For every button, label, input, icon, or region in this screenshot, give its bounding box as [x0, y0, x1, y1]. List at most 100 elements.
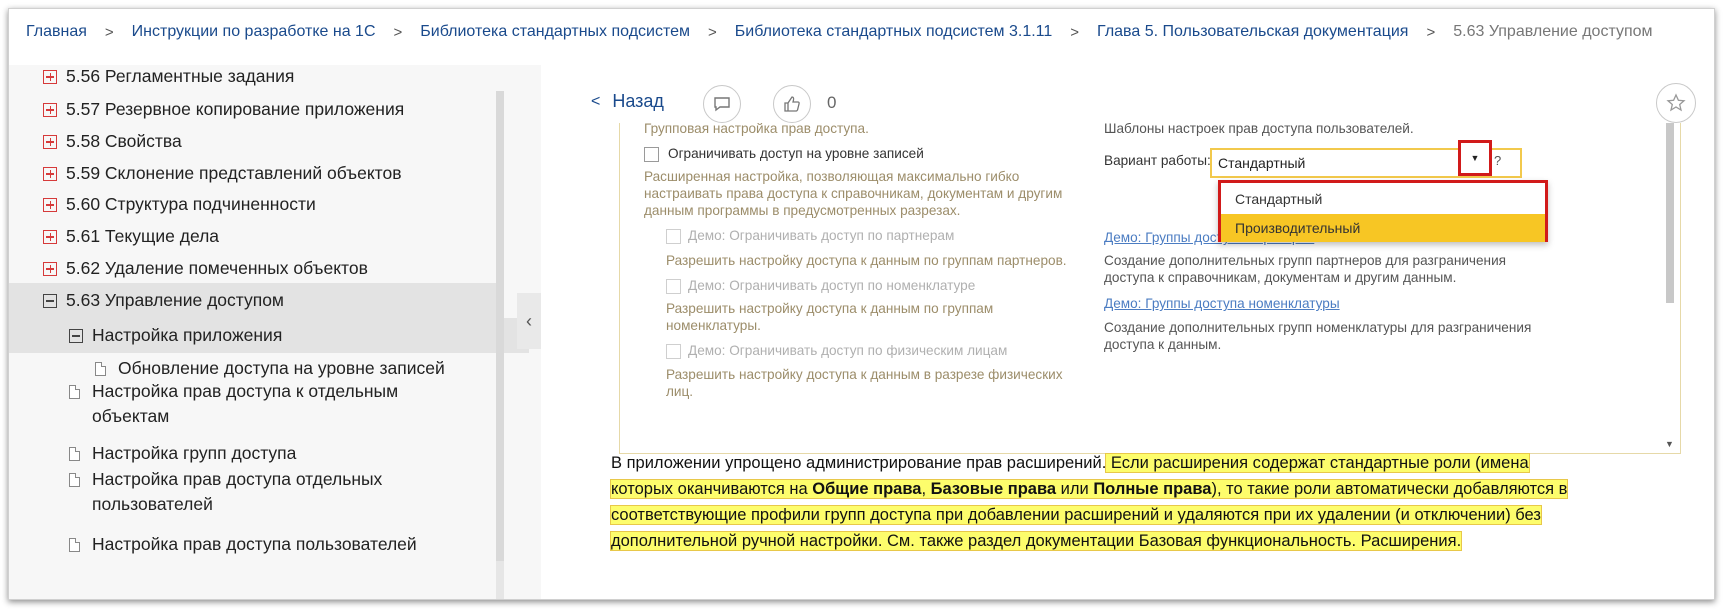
- toc-item-5-56[interactable]: 5.56 Регламентные задания: [9, 65, 503, 94]
- caret-down-icon: ▼: [1470, 153, 1480, 163]
- screenshot-scrollbar-thumb: [1666, 123, 1674, 303]
- expand-plus-icon[interactable]: [43, 197, 57, 212]
- breadcrumb-home[interactable]: Главная: [26, 23, 87, 41]
- collapse-sidebar-button[interactable]: ‹: [517, 293, 541, 349]
- demo-persons-label: Демо: Ограничивать доступ по физическим …: [688, 343, 1008, 358]
- expand-plus-icon[interactable]: [43, 166, 57, 181]
- breadcrumb-current: 5.63 Управление доступом: [1453, 23, 1653, 40]
- sidebar-scrollbar-thumb[interactable]: [496, 91, 504, 561]
- expand-plus-icon[interactable]: [43, 229, 57, 244]
- breadcrumb-separator: >: [104, 23, 114, 41]
- breadcrumb: Главная > Инструкции по разработке на 1С…: [9, 9, 1714, 55]
- breadcrumb-instructions[interactable]: Инструкции по разработке на 1С: [132, 23, 376, 41]
- sidebar: 5.56 Регламентные задания 5.57 Резервное…: [9, 65, 541, 599]
- embedded-screenshot: Групповая настройка прав доступа. Ограни…: [619, 123, 1681, 454]
- favorite-button[interactable]: [1656, 83, 1696, 123]
- toc-item-label: Настройка прав доступа отдельных пользов…: [92, 469, 383, 514]
- demo-nomenclature-label: Демо: Ограничивать доступ по номенклатур…: [688, 278, 976, 293]
- collapse-minus-icon[interactable]: [69, 328, 83, 343]
- nomenclature-groups-desc-1: Создание дополнительных групп номенклату…: [1104, 320, 1532, 335]
- toc-item-user-rights[interactable]: Настройка прав доступа пользователей: [9, 527, 529, 562]
- breadcrumb-separator: >: [393, 23, 403, 41]
- restrict-records-checkbox[interactable]: [644, 147, 659, 162]
- article-text-plain: В приложении упрощено администрирование …: [611, 453, 1107, 472]
- work-mode-dropdown-button[interactable]: ▼: [1458, 140, 1492, 176]
- demo-partners-checkbox[interactable]: [666, 229, 681, 244]
- dropdown-option-standard[interactable]: Стандартный: [1221, 185, 1545, 213]
- breadcrumb-separator: >: [1070, 23, 1080, 41]
- sidebar-scrollbar[interactable]: [496, 91, 504, 599]
- expand-plus-icon[interactable]: [43, 134, 57, 149]
- document-icon: [69, 385, 80, 399]
- toc-item-5-60[interactable]: 5.60 Структура подчиненности: [9, 187, 503, 222]
- back-button[interactable]: < Назад: [591, 91, 664, 112]
- dropdown-option-performance[interactable]: Производительный: [1221, 214, 1545, 242]
- group-rights-heading: Групповая настройка прав доступа.: [644, 123, 869, 136]
- toc-item-label: 5.58 Свойства: [66, 131, 182, 151]
- toc-item-label: 5.62 Удаление помеченных объектов: [66, 258, 368, 278]
- expand-plus-icon[interactable]: [43, 69, 57, 84]
- restrict-records-desc-3: данным программы в предусмотренных разре…: [644, 203, 961, 218]
- toc-item-individual-user-rights[interactable]: Настройка прав доступа отдельных пользов…: [9, 467, 469, 517]
- demo-persons-desc-2: лиц.: [666, 384, 694, 399]
- toc-item-5-63[interactable]: 5.63 Управление доступом: [9, 283, 503, 318]
- demo-persons-desc-1: Разрешить настройку доступа к данным в р…: [666, 367, 1063, 382]
- comment-button[interactable]: [703, 85, 741, 123]
- toc-item-label: 5.59 Склонение представлений объектов: [66, 163, 402, 183]
- like-count: 0: [827, 93, 837, 112]
- article-paragraph: В приложении упрощено администрирование …: [609, 450, 1591, 554]
- demo-nomenclature-checkbox[interactable]: [666, 279, 681, 294]
- toc-item-label: Настройка приложения: [92, 325, 283, 345]
- breadcrumb-library[interactable]: Библиотека стандартных подсистем: [420, 23, 690, 41]
- article-bold-text: Полные права: [1093, 479, 1212, 498]
- demo-nomenclature-desc-2: номенклатуры.: [666, 318, 761, 333]
- screenshot-scrollbar: ▼: [1665, 123, 1674, 449]
- help-mark[interactable]: ?: [1494, 153, 1501, 168]
- demo-persons-checkbox[interactable]: [666, 344, 681, 359]
- chevron-left-icon: ‹: [526, 310, 532, 331]
- article-bold-text: Общие права: [812, 479, 922, 498]
- toc-item-5-57[interactable]: 5.57 Резервное копирование приложения: [9, 92, 503, 127]
- breadcrumb-separator: >: [708, 23, 717, 41]
- toc-item-label: 5.56 Регламентные задания: [66, 66, 295, 86]
- link-nomenclature-groups[interactable]: Демо: Группы доступа номенклатуры: [1104, 296, 1340, 311]
- scroll-down-arrow-icon: ▼: [1665, 439, 1674, 449]
- breadcrumb-separator: >: [1426, 23, 1436, 41]
- thumbs-up-icon: [784, 96, 800, 112]
- toc-item-5-58[interactable]: 5.58 Свойства: [9, 124, 503, 159]
- toc-item-object-rights[interactable]: Настройка прав доступа к отдельным объек…: [9, 379, 469, 429]
- toc-item-5-59[interactable]: 5.59 Склонение представлений объектов: [9, 156, 503, 191]
- expand-plus-icon[interactable]: [43, 261, 57, 276]
- collapse-minus-icon[interactable]: [43, 293, 57, 308]
- toc-item-access-groups[interactable]: Настройка групп доступа: [9, 436, 529, 471]
- breadcrumb-chapter[interactable]: Глава 5. Пользовательская документация: [1097, 23, 1408, 41]
- restrict-records-desc-2: настраивать права доступа к справочникам…: [644, 186, 1063, 201]
- toc-item-label: 5.60 Структура подчиненности: [66, 194, 316, 214]
- toc-item-5-61[interactable]: 5.61 Текущие дела: [9, 219, 503, 254]
- main-content: < Назад 0 Групповая настройка прав досту…: [541, 65, 1714, 599]
- like-button[interactable]: [773, 85, 811, 123]
- star-icon: [1666, 93, 1686, 112]
- templates-heading: Шаблоны настроек прав доступа пользовате…: [1104, 123, 1414, 136]
- toc-item-label: Обновление доступа на уровне записей: [118, 358, 445, 378]
- partner-groups-desc-2: доступа к справочникам, документам и дру…: [1104, 270, 1457, 285]
- partner-groups-desc-1: Создание дополнительных групп партнеров …: [1104, 253, 1507, 268]
- work-mode-value: Стандартный: [1218, 155, 1306, 171]
- document-icon: [95, 361, 106, 376]
- article-text: ,: [921, 479, 931, 498]
- nomenclature-groups-desc-2: доступа к данным.: [1104, 337, 1222, 352]
- work-mode-dropdown-list: Стандартный Производительный: [1218, 180, 1548, 242]
- toc-item-app-settings[interactable]: Настройка приложения: [9, 318, 529, 353]
- demo-partners-desc: Разрешить настройку доступа к данным по …: [666, 253, 1067, 268]
- expand-plus-icon[interactable]: [43, 102, 57, 117]
- restrict-records-label: Ограничивать доступ на уровне записей: [668, 146, 924, 161]
- breadcrumb-library-version[interactable]: Библиотека стандартных подсистем 3.1.11: [735, 23, 1053, 41]
- toc-item-5-62[interactable]: 5.62 Удаление помеченных объектов: [9, 251, 503, 286]
- article-text: или: [1056, 479, 1094, 498]
- app-frame: Главная > Инструкции по разработке на 1С…: [8, 8, 1715, 600]
- toc-item-label: 5.63 Управление доступом: [66, 290, 284, 310]
- demo-nomenclature-desc-1: Разрешить настройку доступа к данным по …: [666, 301, 994, 316]
- document-icon: [69, 537, 80, 552]
- toc-item-label: 5.61 Текущие дела: [66, 226, 220, 246]
- work-mode-label: Вариант работы:: [1104, 153, 1211, 168]
